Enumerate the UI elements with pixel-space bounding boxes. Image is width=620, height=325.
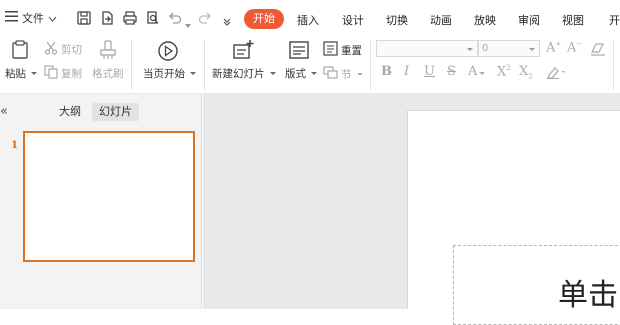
reset-button[interactable]: 重置: [323, 41, 362, 59]
reset-label: 重置: [341, 44, 362, 57]
tab-insert[interactable]: 插入: [297, 12, 319, 28]
tab-animations[interactable]: 动画: [430, 12, 452, 28]
new-slide-label: 新建幻灯片: [212, 68, 265, 80]
tab-slideshow[interactable]: 放映: [474, 12, 496, 28]
slide-number: 1: [11, 140, 18, 151]
export-pdf-icon[interactable]: [99, 10, 115, 26]
title-placeholder[interactable]: 单击: [453, 245, 620, 325]
collapse-pane-icon[interactable]: «: [0, 104, 8, 119]
font-color-icon[interactable]: A: [468, 64, 486, 79]
ribbon-divider: [204, 40, 205, 90]
play-icon: [157, 40, 179, 66]
section-icon: [323, 65, 338, 83]
superscript-icon[interactable]: X2: [497, 64, 511, 79]
print-preview-icon[interactable]: [145, 10, 161, 26]
chevron-down-icon: [529, 48, 535, 51]
subscript-icon[interactable]: X2: [519, 64, 533, 81]
section-dropdown-icon: [356, 72, 363, 76]
slides-pane: « 大纲 幻灯片 1: [0, 94, 202, 309]
play-from-current-label: 当页开始: [143, 68, 185, 80]
editing-canvas: 单击: [203, 94, 620, 325]
increase-font-icon[interactable]: A+: [546, 40, 561, 55]
section-button[interactable]: 节: [323, 65, 363, 83]
section-label: 节: [341, 68, 352, 81]
new-slide-icon: [232, 39, 254, 65]
play-dropdown-icon: [190, 72, 196, 75]
redo-icon[interactable]: [197, 10, 213, 26]
layout-dropdown-icon: [311, 72, 317, 75]
font-size-select[interactable]: 0: [478, 40, 540, 57]
ribbon: 粘贴 剪切 复制 格式刷 当页开始 新建幻灯片 版式 重置 节 0 A+ A− …: [0, 36, 620, 100]
format-painter-label: 格式刷: [92, 68, 124, 80]
undo-icon[interactable]: [167, 10, 183, 26]
tab-design[interactable]: 设计: [342, 12, 364, 28]
paste-dropdown-icon: [31, 72, 37, 75]
file-menu[interactable]: 文件: [5, 8, 57, 28]
layout-label: 版式: [285, 68, 306, 80]
tab-more[interactable]: 开: [609, 12, 620, 28]
menu-bar: 文件 开始 插入 设计 切换 动画 放映 审阅 视图 开: [0, 0, 620, 36]
cut-button[interactable]: 剪切: [44, 41, 82, 58]
slide[interactable]: 单击: [407, 110, 620, 325]
tab-review[interactable]: 审阅: [518, 12, 540, 28]
highlight-icon[interactable]: [546, 66, 568, 83]
cut-label: 剪切: [61, 44, 82, 56]
clear-formatting-icon[interactable]: [590, 41, 606, 60]
font-size-value: 0: [482, 43, 489, 54]
chevron-down-icon: [48, 12, 57, 25]
ribbon-divider: [370, 40, 371, 90]
tab-transitions[interactable]: 切换: [386, 12, 408, 28]
ribbon-divider: [131, 40, 132, 90]
title-placeholder-text: 单击: [558, 278, 618, 313]
strikethrough-icon[interactable]: S: [447, 64, 456, 79]
decrease-font-icon[interactable]: A−: [567, 40, 582, 55]
paste-icon: [10, 40, 30, 64]
font-name-select[interactable]: [376, 40, 478, 57]
tab-slides[interactable]: 幻灯片: [92, 103, 139, 121]
file-menu-label: 文件: [22, 12, 44, 25]
copy-icon: [44, 65, 58, 82]
tab-home[interactable]: 开始: [244, 9, 284, 29]
scissors-icon: [44, 41, 58, 58]
undo-dropdown-icon[interactable]: [184, 14, 192, 30]
ribbon-divider: [613, 40, 614, 90]
slide-thumbnail[interactable]: [23, 131, 195, 262]
tab-view[interactable]: 视图: [562, 12, 584, 28]
copy-label: 复制: [61, 68, 82, 80]
print-icon[interactable]: [122, 10, 138, 26]
customize-toolbar-icon[interactable]: [222, 12, 238, 28]
copy-button[interactable]: 复制: [44, 65, 82, 82]
underline-icon[interactable]: U: [424, 64, 435, 79]
chevron-down-icon: [467, 48, 473, 51]
paste-label: 粘贴: [5, 68, 26, 80]
reset-icon: [323, 41, 338, 59]
bold-icon[interactable]: B: [381, 64, 392, 79]
tab-outline[interactable]: 大纲: [52, 103, 88, 121]
hamburger-icon: [5, 11, 18, 25]
new-slide-dropdown-icon: [269, 72, 276, 75]
save-icon[interactable]: [76, 10, 92, 26]
layout-icon: [289, 41, 309, 63]
format-painter-icon: [99, 40, 117, 64]
italic-icon[interactable]: I: [404, 64, 409, 79]
